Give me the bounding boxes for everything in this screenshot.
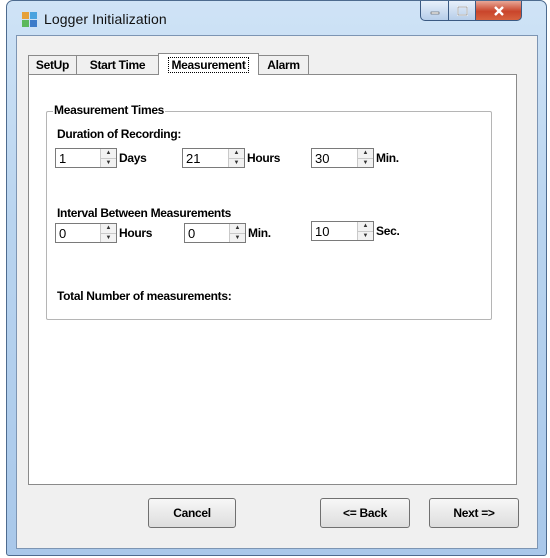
- interval-hours-stepper[interactable]: 0 ▲ ▼: [55, 223, 117, 243]
- tab-measurement[interactable]: Measurement: [158, 53, 259, 75]
- tab-alarm[interactable]: Alarm: [258, 55, 309, 74]
- interval-minutes-value: 0: [188, 226, 196, 241]
- spin-up-icon[interactable]: ▲: [229, 224, 245, 233]
- caption-buttons: [420, 1, 540, 23]
- spin-down-icon[interactable]: ▼: [357, 157, 373, 167]
- close-button[interactable]: [476, 1, 522, 21]
- interval-hours-unit-label: Hours: [119, 226, 153, 240]
- spin-down-icon[interactable]: ▼: [100, 232, 116, 242]
- spin-up-icon[interactable]: ▲: [100, 149, 116, 158]
- spin-up-icon[interactable]: ▲: [357, 222, 373, 231]
- hours-unit-label: Hours: [247, 151, 281, 165]
- group-title: Measurement Times: [53, 103, 166, 117]
- tab-start-time[interactable]: Start Time: [76, 55, 159, 74]
- interval-seconds-value: 10: [315, 224, 330, 239]
- minimize-icon: [430, 11, 439, 14]
- duration-minutes-stepper[interactable]: 30 ▲ ▼: [311, 148, 374, 168]
- interval-seconds-unit-label: Sec.: [376, 224, 400, 238]
- title-bar[interactable]: Logger Initialization: [7, 1, 546, 35]
- spin-down-icon[interactable]: ▼: [357, 230, 373, 240]
- maximize-button[interactable]: [449, 1, 476, 21]
- duration-hours-stepper[interactable]: 21 ▲ ▼: [182, 148, 245, 168]
- duration-hours-value: 21: [186, 151, 201, 166]
- interval-minutes-unit-label: Min.: [248, 226, 271, 240]
- maximize-icon: [456, 5, 468, 16]
- days-unit-label: Days: [119, 151, 147, 165]
- next-button[interactable]: Next =>: [429, 498, 519, 528]
- minutes-unit-label: Min.: [376, 151, 399, 165]
- interval-hours-value: 0: [59, 226, 67, 241]
- tab-setup-label: SetUp: [35, 58, 70, 72]
- duration-days-stepper[interactable]: 1 ▲ ▼: [55, 148, 117, 168]
- cancel-button[interactable]: Cancel: [148, 498, 236, 528]
- interval-label: Interval Between Measurements: [57, 206, 232, 220]
- tab-start-time-label: Start Time: [89, 58, 146, 72]
- duration-label: Duration of Recording:: [57, 127, 182, 141]
- dialog-client-area: SetUp Start Time Measurement Alarm Measu…: [16, 35, 538, 549]
- window-title: Logger Initialization: [44, 11, 167, 27]
- spin-down-icon[interactable]: ▼: [228, 157, 244, 167]
- interval-minutes-stepper[interactable]: 0 ▲ ▼: [184, 223, 246, 243]
- spin-down-icon[interactable]: ▼: [100, 157, 116, 167]
- measurement-times-group: Measurement Times Duration of Recording:…: [46, 103, 492, 320]
- total-measurements-label: Total Number of measurements:: [57, 289, 232, 303]
- back-button[interactable]: <= Back: [320, 498, 410, 528]
- measurement-tab-panel: Measurement Times Duration of Recording:…: [28, 74, 517, 485]
- tab-measurement-label: Measurement: [168, 56, 249, 73]
- interval-seconds-stepper[interactable]: 10 ▲ ▼: [311, 221, 374, 241]
- tab-setup[interactable]: SetUp: [28, 55, 77, 74]
- logger-window: Logger Initialization SetUp Start Time M…: [6, 0, 547, 556]
- spin-down-icon[interactable]: ▼: [229, 232, 245, 242]
- duration-minutes-value: 30: [315, 151, 330, 166]
- app-icon: [22, 12, 37, 27]
- minimize-button[interactable]: [420, 1, 449, 21]
- spin-up-icon[interactable]: ▲: [100, 224, 116, 233]
- close-icon: [493, 5, 504, 16]
- spin-up-icon[interactable]: ▲: [228, 149, 244, 158]
- spin-up-icon[interactable]: ▲: [357, 149, 373, 158]
- duration-days-value: 1: [59, 151, 67, 166]
- tab-alarm-label: Alarm: [267, 58, 300, 72]
